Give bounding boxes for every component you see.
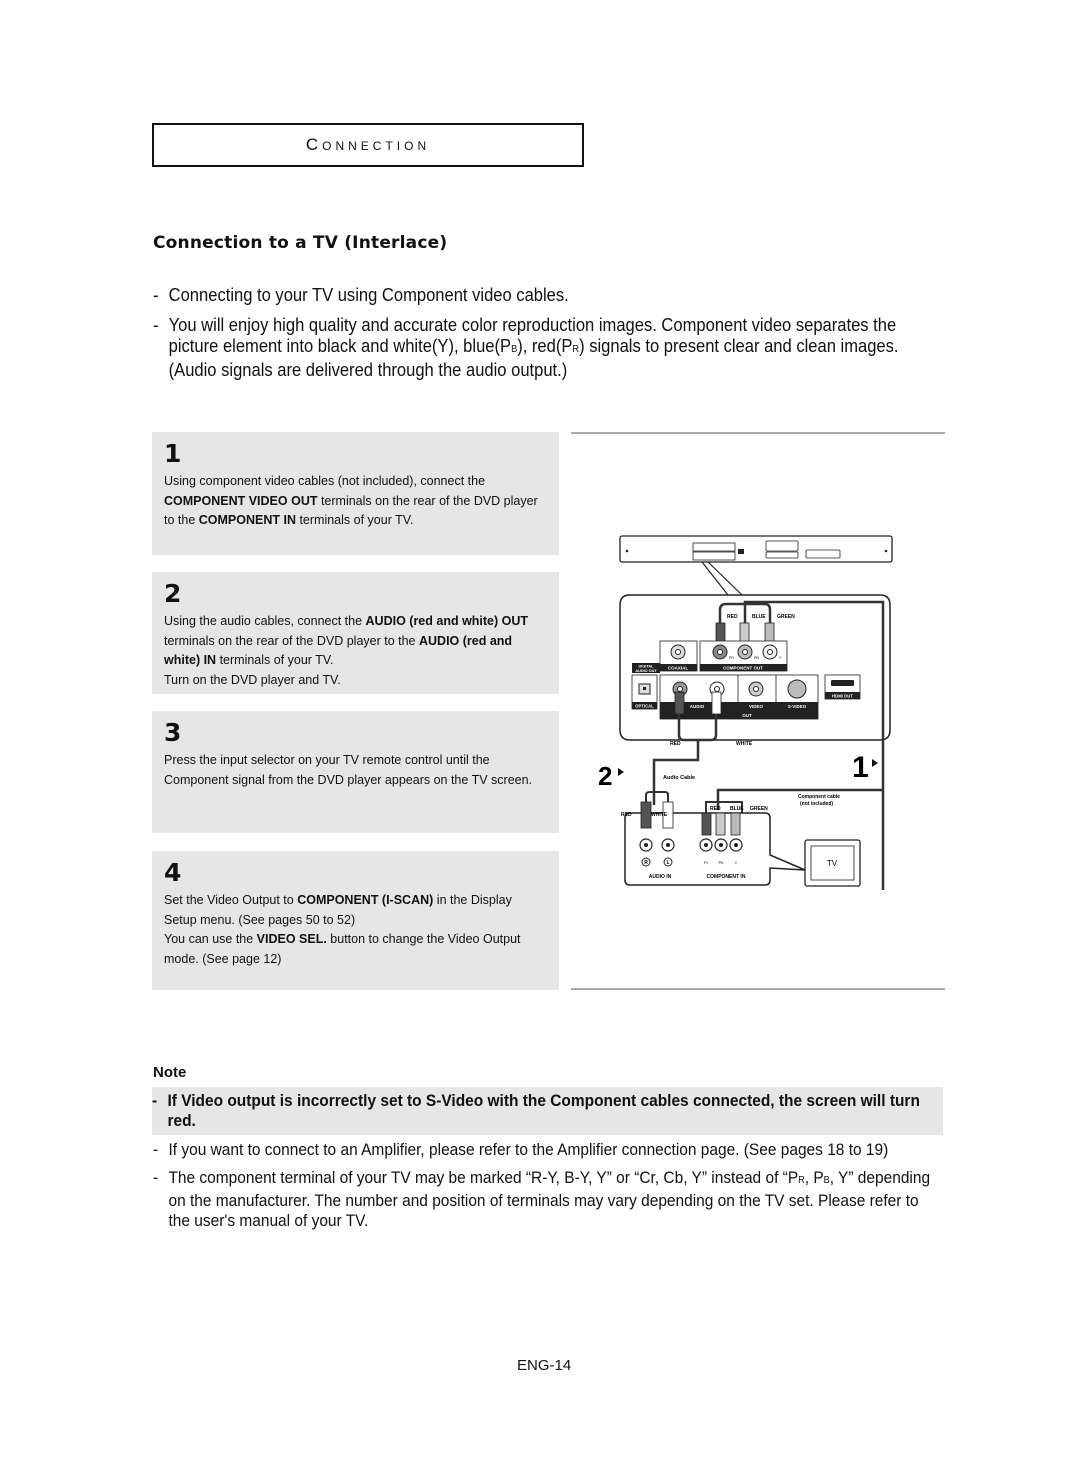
label-coaxial: COAXIAL (668, 666, 689, 671)
step-number: 3 (164, 718, 182, 747)
cable-label-blue: BLUE (752, 614, 766, 620)
step-box-3: 3 Press the input selector on your TV re… (152, 711, 559, 833)
step-box-4: 4 Set the Video Output to COMPONENT (I-S… (152, 851, 559, 990)
bold-term: COMPONENT IN (198, 513, 296, 527)
bold-term: VIDEO SEL. (256, 932, 327, 946)
divider-top (571, 432, 945, 434)
label-pb: PB (754, 656, 759, 660)
bold-term: AUDIO (red and white) IN (164, 633, 513, 668)
cable-label-green: GREEN (777, 614, 795, 620)
subscript: R (798, 1175, 805, 1186)
step-text: Using the audio cables, connect the AUDI… (164, 614, 529, 687)
page-number: ENG-14 (517, 1357, 572, 1374)
label-optical: OPTICAL (635, 704, 654, 709)
note-item-bold: If Video output is incorrectly set to S-… (152, 1091, 936, 1131)
step-number: 4 (164, 858, 182, 887)
audio-cable-label: Audio Cable (663, 775, 695, 781)
label-video: VIDEO (749, 704, 764, 709)
subscript: B (823, 1175, 830, 1186)
component-in-label: COMPONENT IN (707, 874, 746, 880)
dvd-player-rear (619, 535, 893, 596)
tv-comp-blue-label: BLUE (730, 806, 744, 812)
label-out: OUT (742, 713, 752, 718)
bold-term: COMPONENT VIDEO OUT (164, 493, 318, 508)
divider-bottom (571, 988, 945, 990)
label-s-video: S-VIDEO (788, 704, 807, 709)
jack-label-l: L (666, 860, 669, 866)
arrow-icon (618, 768, 624, 776)
section-header-box: Connection (152, 123, 584, 167)
arrow-icon (872, 759, 878, 767)
note-item: If you want to connect to an Amplifier, … (153, 1140, 937, 1160)
subscript: R (572, 344, 580, 355)
jack-label-r: R (644, 860, 648, 866)
note-item: The component terminal of your TV may be… (153, 1168, 937, 1231)
jack-label-pb: Pb (719, 860, 725, 865)
step-number: 2 (164, 579, 182, 608)
step-marker-2: 2 (598, 761, 612, 791)
subscript: B (511, 344, 518, 355)
tv-audio-white-label: WHITE (651, 812, 668, 818)
intro-list: Connecting to your TV using Component vi… (153, 285, 899, 390)
component-cable-label: Component cable (798, 794, 840, 800)
tv-label: TV (827, 859, 838, 868)
note-highlight: If Video output is incorrectly set to S-… (152, 1087, 943, 1135)
label-hdmi-out: HDMI OUT (832, 694, 853, 699)
tv-icon: TV (804, 839, 861, 887)
step-text: Press the input selector on your TV remo… (164, 753, 533, 787)
audio-in-label: AUDIO IN (649, 874, 672, 880)
label-pr: PR (729, 656, 734, 660)
step-number: 1 (164, 439, 182, 468)
step-box-2: 2 Using the audio cables, connect the AU… (152, 572, 559, 694)
bold-term: AUDIO (red and white) OUT (365, 614, 529, 628)
note-list: If you want to connect to an Amplifier, … (153, 1140, 930, 1239)
label-component-out: COMPONENT OUT (723, 666, 763, 671)
svg-text:AUDIO OUT: AUDIO OUT (635, 669, 657, 673)
tv-input-panel: RED WHITE RED BLUE GREEN R L Pr Pb Y AUD… (621, 791, 806, 886)
intro-item: You will enjoy high quality and accurate… (153, 315, 944, 381)
component-cable-note: (not included) (800, 801, 833, 807)
connection-diagram: RED BLUE GREEN COAXIAL COMPONENT OUT PR … (598, 535, 893, 890)
intro-item: Connecting to your TV using Component vi… (153, 285, 944, 306)
step-marker-1: 1 (852, 751, 869, 784)
step-text: Set the Video Output to COMPONENT (I-SCA… (164, 893, 521, 966)
tv-comp-red-label: RED (710, 806, 721, 812)
tv-comp-green-label: GREEN (750, 806, 768, 812)
subheading: Connection to a TV (Interlace) (153, 233, 448, 253)
audio-label-red: RED (670, 741, 681, 747)
cable-label-red: RED (727, 614, 738, 620)
audio-label-white: WHITE (736, 741, 753, 747)
section-title: Connection (305, 135, 431, 154)
step-box-1: 1 Using component video cables (not incl… (152, 432, 559, 555)
label-audio: AUDIO (690, 704, 705, 709)
svg-text:DIGITAL: DIGITAL (639, 665, 655, 669)
jack-label-y: Y (735, 860, 738, 865)
note-label: Note (153, 1064, 187, 1081)
tv-audio-red-label: RED (621, 812, 632, 818)
bold-term: COMPONENT (I-SCAN) (297, 893, 434, 907)
step-text: Using component video cables (not includ… (164, 474, 538, 527)
jack-label-pr: Pr (704, 860, 709, 865)
